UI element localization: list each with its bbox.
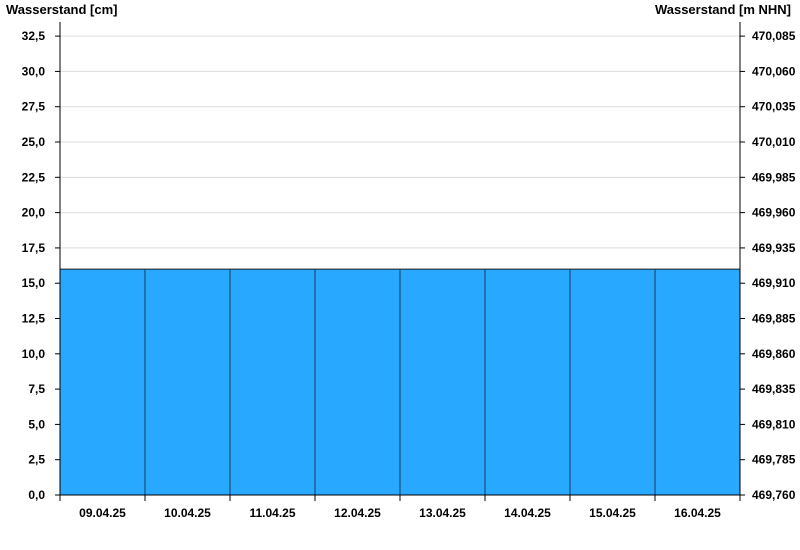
left-tick-label: 27,5 xyxy=(22,100,46,114)
right-tick-label: 469,935 xyxy=(752,241,796,255)
right-tick-label: 470,085 xyxy=(752,29,796,43)
right-tick-label: 469,910 xyxy=(752,276,796,290)
water-level-segment xyxy=(315,269,400,495)
right-tick-label: 469,885 xyxy=(752,312,796,326)
left-tick-label: 30,0 xyxy=(22,64,46,78)
right-tick-label: 469,785 xyxy=(752,453,796,467)
right-y-ticks: 469,760 469,785 469,810 469,835 469,860 469,8… xyxy=(740,29,796,502)
x-tick-label: 11.04.25 xyxy=(249,506,295,520)
left-axis-title: Wasserstand [cm] xyxy=(6,2,118,17)
water-level-segment xyxy=(485,269,570,495)
right-tick-label: 469,835 xyxy=(752,382,796,396)
right-tick-label: 469,810 xyxy=(752,417,796,431)
right-tick-label: 469,960 xyxy=(752,206,796,220)
right-tick-label: 469,760 xyxy=(752,488,796,502)
right-tick-label: 469,860 xyxy=(752,347,796,361)
x-tick-label: 14.04.25 xyxy=(504,506,551,520)
water-level-segment xyxy=(60,269,145,495)
left-y-ticks: 0,0 2,5 5,0 7,5 10,0 12,5 15,0 17,5 20,0 22,5 25,0… xyxy=(22,29,60,502)
left-tick-label: 25,0 xyxy=(22,135,46,149)
water-level-segment xyxy=(145,269,230,495)
left-tick-label: 32,5 xyxy=(22,29,46,43)
x-tick-label: 13.04.25 xyxy=(419,506,466,520)
left-tick-label: 10,0 xyxy=(22,347,46,361)
x-tick-label: 12.04.25 xyxy=(334,506,381,520)
left-tick-label: 17,5 xyxy=(22,241,46,255)
left-tick-label: 5,0 xyxy=(28,417,45,431)
x-tick-label: 16.04.25 xyxy=(674,506,721,520)
right-axis-title: Wasserstand [m NHN] xyxy=(655,2,791,17)
water-level-chart: Wasserstand [cm] Wasserstand [m NHN] 0,0… xyxy=(6,2,796,520)
left-tick-label: 22,5 xyxy=(22,170,46,184)
x-tick-label: 10.04.25 xyxy=(164,506,211,520)
x-ticks: 09.04.25 10.04.25 11.04.25 12.04.25 13.04.25… xyxy=(59,495,741,520)
water-level-segment xyxy=(570,269,655,495)
left-tick-label: 7,5 xyxy=(28,382,45,396)
right-tick-label: 469,985 xyxy=(752,170,796,184)
x-tick-label: 09.04.25 xyxy=(79,506,126,520)
right-tick-label: 470,060 xyxy=(752,64,796,78)
right-tick-label: 470,010 xyxy=(752,135,796,149)
right-tick-label: 470,035 xyxy=(752,100,796,114)
left-tick-label: 15,0 xyxy=(22,276,46,290)
water-level-area xyxy=(60,268,740,495)
left-tick-label: 0,0 xyxy=(28,488,45,502)
left-tick-label: 2,5 xyxy=(28,453,45,467)
water-level-segment xyxy=(400,269,485,495)
x-tick-label: 15.04.25 xyxy=(589,506,636,520)
water-level-segment xyxy=(655,269,740,495)
water-level-segment xyxy=(230,269,315,495)
left-tick-label: 12,5 xyxy=(22,312,46,326)
left-tick-label: 20,0 xyxy=(22,206,46,220)
